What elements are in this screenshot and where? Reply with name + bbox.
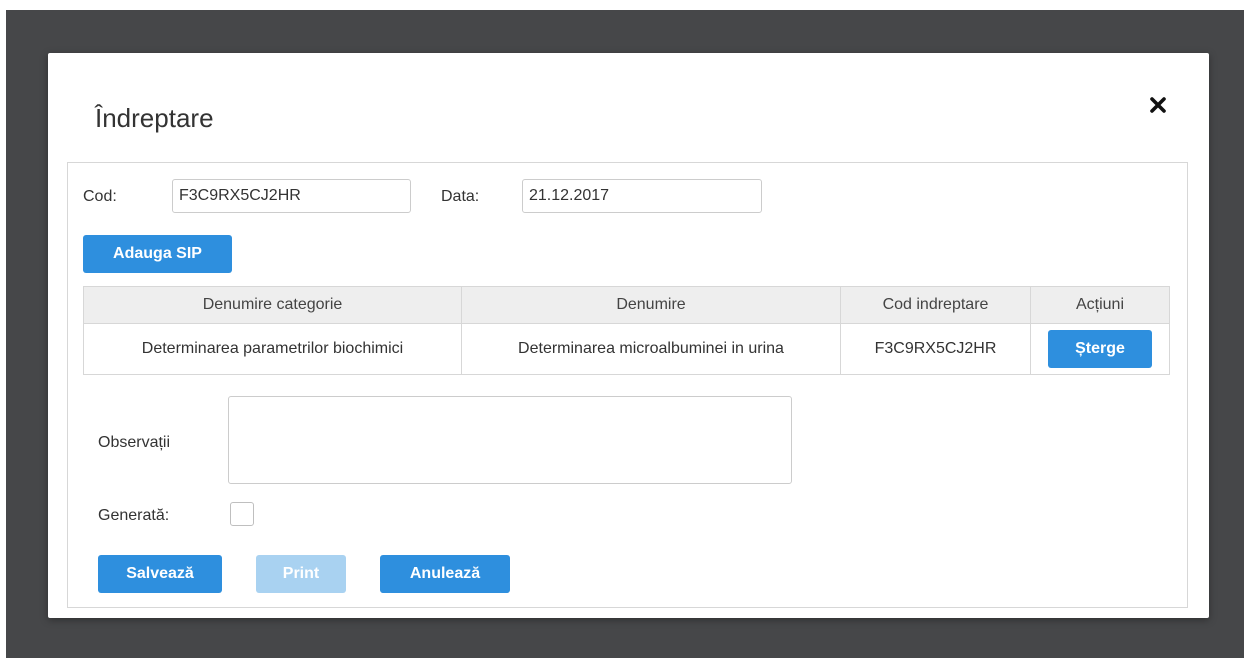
observatii-label: Observații (98, 434, 171, 451)
delete-button[interactable]: Șterge (1048, 330, 1152, 368)
modal-title: Îndreptare (95, 103, 214, 133)
column-header-cod: Cod indreptare (840, 286, 1031, 324)
cancel-button[interactable]: Anulează (380, 555, 510, 593)
edit-modal: Îndreptare Cod: Data: Adauga SIP Denumir… (48, 53, 1209, 618)
save-button[interactable]: Salvează (98, 555, 222, 593)
cell-actions: Șterge (1030, 323, 1170, 375)
add-sip-button[interactable]: Adauga SIP (83, 235, 232, 273)
form-panel: Cod: Data: Adauga SIP Denumire categorie… (67, 162, 1188, 608)
table-header-row: Denumire categorie Denumire Cod indrepta… (83, 286, 1170, 324)
column-header-denumire: Denumire (461, 286, 841, 324)
date-input[interactable] (522, 179, 762, 213)
cell-denumire: Determinarea microalbuminei in urina (461, 323, 841, 375)
column-header-actiuni: Acțiuni (1030, 286, 1170, 324)
table-row: Determinarea parametrilor biochimici Det… (83, 323, 1170, 375)
observatii-textarea[interactable] (228, 396, 792, 484)
print-button[interactable]: Print (256, 555, 346, 593)
close-icon[interactable] (1146, 93, 1170, 117)
generata-label: Generată: (98, 507, 170, 524)
column-header-categorie: Denumire categorie (83, 286, 462, 324)
cell-cod: F3C9RX5CJ2HR (840, 323, 1031, 375)
cell-categorie: Determinarea parametrilor biochimici (83, 323, 462, 375)
sip-table: Denumire categorie Denumire Cod indrepta… (83, 286, 1170, 375)
cod-label: Cod: (83, 188, 117, 205)
data-label: Data: (441, 188, 480, 205)
generata-checkbox[interactable] (230, 502, 254, 526)
cod-input[interactable] (172, 179, 411, 213)
